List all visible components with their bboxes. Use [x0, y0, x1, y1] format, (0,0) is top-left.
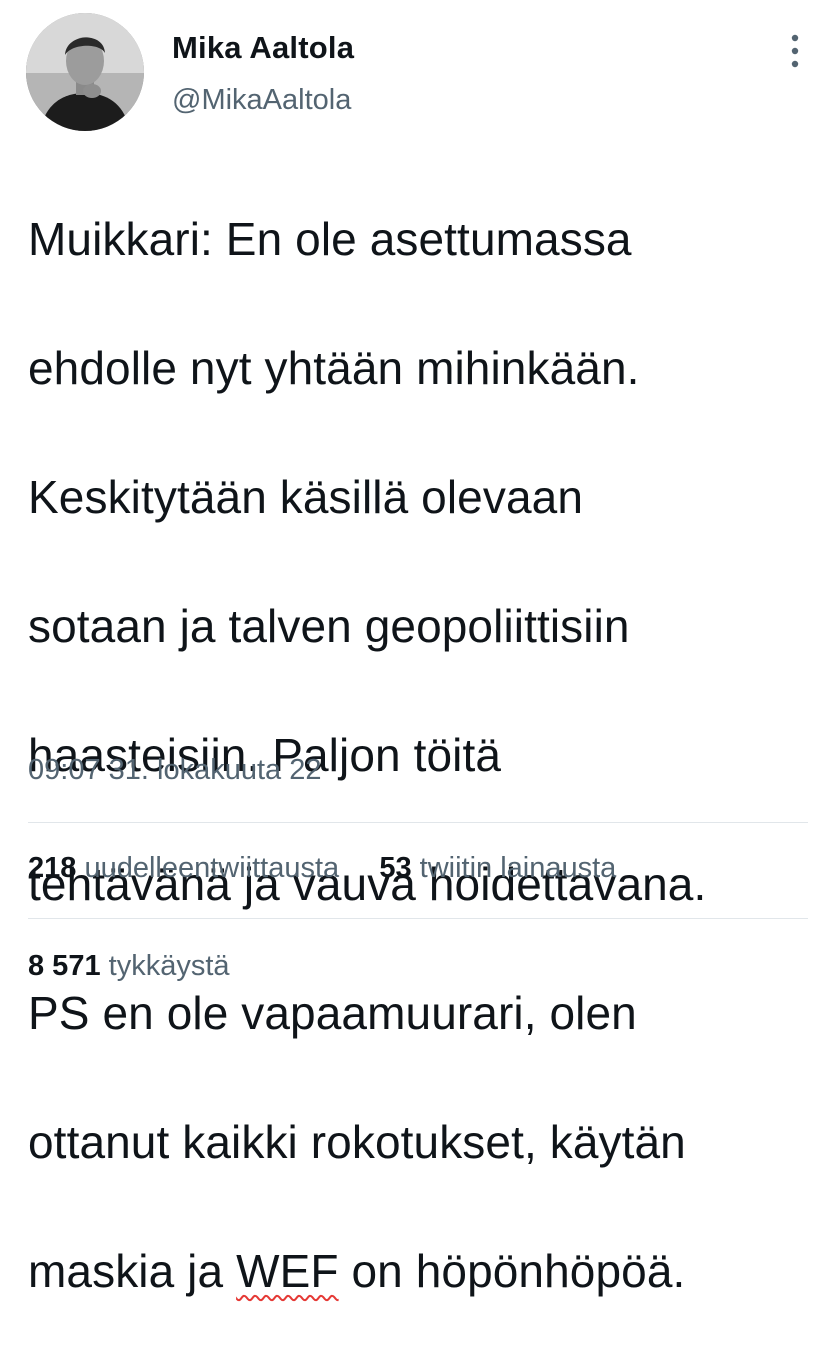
retweets-count: 218 — [28, 852, 77, 884]
tweet-text-line: Keskitytään käsillä olevaan — [28, 470, 584, 523]
likes-count: 8 571 — [28, 950, 101, 982]
quotes-count: 53 — [379, 852, 412, 884]
likes-label: tykkäystä — [108, 950, 230, 982]
quotes-label: twiitin lainausta — [419, 852, 617, 884]
avatar-photo — [26, 13, 144, 131]
tweet-text-segment: maskia ja — [28, 1244, 237, 1297]
misspelled-word[interactable]: WEF — [236, 1245, 339, 1297]
divider — [28, 822, 808, 823]
tweet-timestamp[interactable]: 09:07 31. lokakuuta 22 — [28, 754, 321, 787]
tweet: Mika Aaltola @MikaAaltola Muikkari: En o… — [0, 0, 836, 1297]
likes-stats-row: 8 571 tykkäystä — [28, 950, 230, 983]
more-options-icon[interactable] — [780, 30, 810, 72]
tweet-text-line: sotaan ja talven geopoliittisiin — [28, 599, 630, 652]
tweet-text-line: PS en ole vapaamuurari, olen — [28, 986, 637, 1039]
likes-stat[interactable]: 8 571 tykkäystä — [28, 950, 230, 982]
retweets-stat[interactable]: 218 uudelleentwiittausta — [28, 852, 339, 884]
tweet-text-last-line: maskia ja WEF on höpönhöpöä. — [28, 1239, 828, 1304]
tweet-text-segment: on höpönhöpöä. — [338, 1244, 686, 1297]
divider — [28, 918, 808, 919]
author-display-name[interactable]: Mika Aaltola — [172, 30, 354, 66]
avatar[interactable] — [26, 13, 144, 131]
tweet-text-line: Muikkari: En ole asettumassa — [28, 212, 632, 265]
retweets-label: uudelleentwiittausta — [84, 852, 340, 884]
tweet-text-line: ottanut kaikki rokotukset, käytän — [28, 1115, 686, 1168]
quotes-stat[interactable]: 53 twiitin lainausta — [379, 852, 616, 884]
author-handle[interactable]: @MikaAaltola — [172, 84, 351, 117]
tweet-text-line: ehdolle nyt yhtään mihinkään. — [28, 341, 640, 394]
engagement-stats-row: 218 uudelleentwiittausta 53 twiitin lain… — [28, 852, 616, 885]
